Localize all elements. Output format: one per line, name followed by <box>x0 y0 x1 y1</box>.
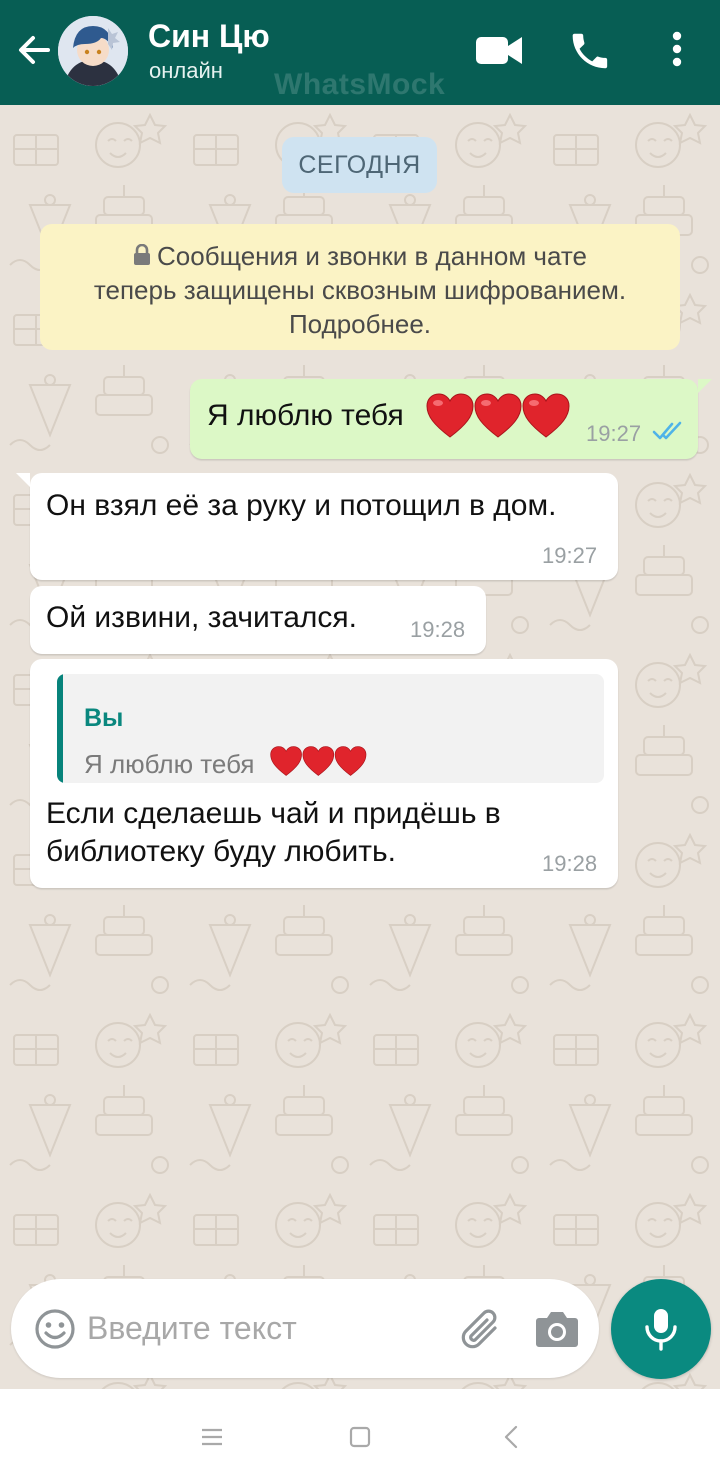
reply-heart-emoji-group <box>270 745 368 783</box>
message-bubble-incoming[interactable]: Ой извини, зачитался. 19:28 <box>30 586 486 654</box>
date-chip: СЕГОДНЯ <box>282 137 437 193</box>
message-bubble-incoming-reply[interactable]: Вы Я люблю тебя Если сделаешь чай и прид… <box>30 659 618 888</box>
mic-icon <box>645 1309 677 1351</box>
avatar-image <box>58 16 128 86</box>
chat-header: Син Цю онлайн WhatsMock <box>0 0 720 105</box>
bubble-tail <box>698 379 712 393</box>
message-time: 19:27 <box>586 421 642 446</box>
message-text: Он взял её за руку и потощил в дом. <box>46 489 557 522</box>
nav-back-icon[interactable] <box>498 1423 526 1451</box>
notice-line-2: теперь защищены сквозным шифрованием. <box>93 275 627 305</box>
message-composer <box>11 1279 599 1378</box>
notice-text-1: Сообщения и звонки в данном чате <box>157 241 587 271</box>
message-time: 19:27 <box>542 543 598 568</box>
encryption-notice[interactable]: Сообщения и звонки в данном чате теперь … <box>40 224 680 350</box>
message-text: Если сделаешь чай и придёшь в библиотеку… <box>46 795 566 871</box>
message-bubble-incoming[interactable]: Он взял её за руку и потощил в дом. 19:2… <box>16 473 618 580</box>
mic-button[interactable] <box>611 1279 711 1379</box>
heart-emoji-icons <box>426 393 570 438</box>
message-time: 19:28 <box>410 617 466 642</box>
message-input[interactable] <box>87 1303 427 1353</box>
app-watermark: WhatsMock <box>274 68 446 101</box>
camera-icon[interactable] <box>533 1306 581 1352</box>
back-arrow-icon[interactable] <box>14 30 54 70</box>
read-ticks-icon <box>652 420 684 447</box>
message-text: Ой извини, зачитался. <box>46 601 357 634</box>
system-nav-bar <box>0 1389 720 1484</box>
nav-menu-icon[interactable] <box>198 1423 226 1451</box>
contact-name[interactable]: Син Цю <box>148 18 270 55</box>
quoted-reply[interactable]: Вы Я люблю тебя <box>57 674 604 783</box>
heart-emoji-icons <box>270 746 367 776</box>
attach-icon[interactable] <box>457 1306 505 1354</box>
emoji-icon[interactable] <box>33 1307 77 1351</box>
notice-line-1: Сообщения и звонки в данном чате <box>40 239 680 273</box>
reply-author: Вы <box>84 704 124 732</box>
avatar[interactable] <box>58 16 128 86</box>
message-text: Я люблю тебя <box>207 399 404 432</box>
nav-home-icon[interactable] <box>346 1423 374 1451</box>
lock-icon <box>133 240 151 265</box>
message-bubble-outgoing[interactable]: Я люблю тебя 19:27 <box>190 379 712 459</box>
message-line-1: Если сделаешь чай и придёшь в <box>46 797 501 830</box>
contact-status: онлайн <box>149 58 223 83</box>
bubble-tail <box>16 473 30 487</box>
phone-icon[interactable] <box>563 28 613 74</box>
message-line-2: библиотеку буду любить. <box>46 835 396 868</box>
message-time: 19:28 <box>542 851 598 876</box>
video-call-icon[interactable] <box>474 28 524 74</box>
reply-accent-bar <box>57 674 63 783</box>
reply-text: Я люблю тебя <box>84 749 255 779</box>
more-vert-icon[interactable] <box>660 28 694 74</box>
notice-link[interactable]: Подробнее. <box>40 307 680 341</box>
heart-emoji-group <box>426 392 572 447</box>
